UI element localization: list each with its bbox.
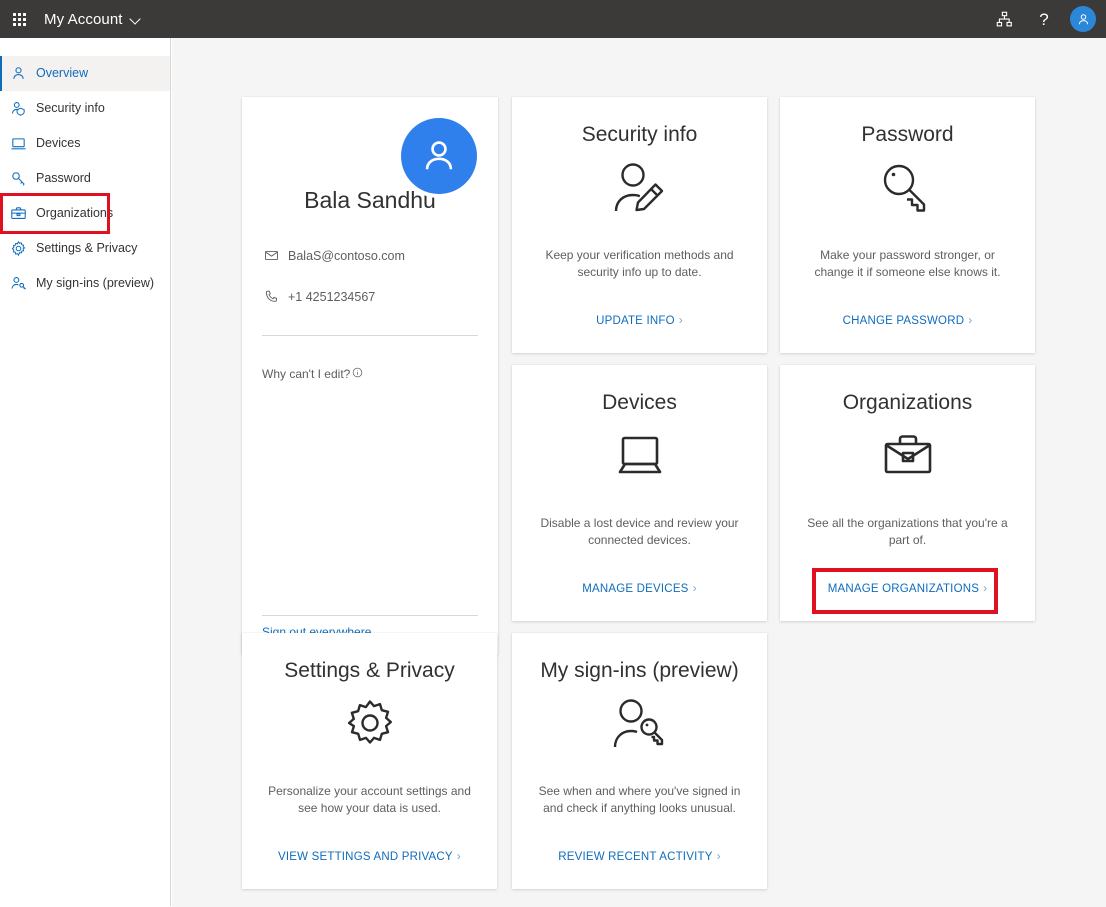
view-settings-privacy-link[interactable]: VIEW SETTINGS AND PRIVACY › [242, 849, 497, 863]
sidebar-item-label: Security info [36, 102, 105, 115]
tile-link-label: MANAGE ORGANIZATIONS [828, 583, 979, 595]
help-question-icon[interactable]: ? [1025, 0, 1063, 38]
tile-password: Password Make your password stronger, or… [780, 97, 1035, 353]
chevron-right-icon: › [693, 581, 697, 595]
sidebar-item-label: Password [36, 172, 91, 185]
divider [262, 335, 478, 336]
why-cant-i-edit-link[interactable]: Why can't I edit? [262, 367, 363, 381]
user-avatar-icon [401, 118, 477, 194]
key-icon [10, 170, 27, 187]
tile-description: See all the organizations that you're a … [800, 515, 1015, 550]
why-cant-i-edit-label: Why can't I edit? [262, 367, 350, 381]
tile-title: Devices [512, 391, 767, 415]
divider [262, 615, 478, 616]
change-password-link[interactable]: CHANGE PASSWORD› [780, 313, 1035, 327]
profile-card: Bala Sandhu BalaS@contoso.com +1 4251234… [242, 97, 498, 654]
sidebar-item-label: My sign-ins (preview) [36, 277, 154, 290]
info-icon [352, 367, 363, 381]
sidebar-item-devices[interactable]: Devices [0, 126, 170, 161]
mail-icon [264, 248, 279, 263]
tile-link-label: VIEW SETTINGS AND PRIVACY [278, 851, 453, 863]
profile-phone-value: +1 4251234567 [288, 290, 375, 304]
avatar[interactable] [1070, 6, 1096, 32]
manage-devices-link[interactable]: MANAGE DEVICES › [512, 581, 767, 595]
top-navigation-bar: My Account ? [0, 0, 1106, 38]
sidebar-navigation: Overview Security info Devices P [0, 38, 171, 906]
sidebar-item-label: Devices [36, 137, 80, 150]
phone-icon [264, 289, 279, 304]
sidebar-item-my-sign-ins[interactable]: My sign-ins (preview) [0, 266, 170, 301]
org-hierarchy-icon[interactable] [985, 0, 1023, 38]
tile-settings-privacy: Settings & Privacy Personalize your acco… [242, 633, 497, 889]
tile-my-sign-ins: My sign-ins (preview) See when and where… [512, 633, 767, 889]
chevron-right-icon: › [717, 849, 721, 863]
tile-link-label: REVIEW RECENT ACTIVITY [558, 851, 712, 863]
tile-title: Security info [512, 123, 767, 147]
chevron-right-icon: › [983, 581, 987, 595]
tile-devices: Devices Disable a lost device and review… [512, 365, 767, 621]
tile-organizations: Organizations See all the organizations … [780, 365, 1035, 621]
tile-security-info: Security info Keep your verification met… [512, 97, 767, 353]
review-recent-activity-link[interactable]: REVIEW RECENT ACTIVITY › [512, 849, 767, 863]
briefcase-icon [780, 428, 1035, 486]
person-pencil-icon [512, 160, 767, 218]
chevron-right-icon: › [968, 313, 972, 327]
laptop-icon [10, 135, 27, 152]
sidebar-item-organizations[interactable]: Organizations [3, 196, 107, 231]
chevron-down-icon [131, 14, 142, 25]
sidebar-item-label: Settings & Privacy [36, 242, 137, 255]
topbar-actions: ? [985, 0, 1106, 38]
tile-link-label: CHANGE PASSWORD [843, 315, 965, 327]
tile-description: Keep your verification methods and secur… [532, 247, 747, 282]
sidebar-item-label: Overview [36, 67, 88, 80]
tile-description: Personalize your account settings and se… [262, 783, 477, 818]
app-title-menu[interactable]: My Account [44, 11, 142, 28]
main-content-area: Bala Sandhu BalaS@contoso.com +1 4251234… [172, 38, 1106, 907]
update-info-link[interactable]: UPDATE INFO › [512, 313, 767, 327]
tile-title: Organizations [780, 391, 1035, 415]
sidebar-item-overview[interactable]: Overview [0, 56, 170, 91]
laptop-icon [512, 428, 767, 486]
profile-avatar [397, 114, 481, 198]
manage-organizations-link[interactable]: MANAGE ORGANIZATIONS › [780, 581, 1035, 595]
profile-phone-row: +1 4251234567 [264, 289, 375, 304]
tile-title: Settings & Privacy [242, 659, 497, 683]
sidebar-item-settings-privacy[interactable]: Settings & Privacy [0, 231, 170, 266]
tile-description: Make your password stronger, or change i… [800, 247, 1015, 282]
person-shield-icon [10, 100, 27, 117]
tile-description: See when and where you've signed in and … [532, 783, 747, 818]
tile-title: Password [780, 123, 1035, 147]
briefcase-icon [10, 205, 27, 222]
tile-description: Disable a lost device and review your co… [532, 515, 747, 550]
tile-link-label: UPDATE INFO [596, 315, 675, 327]
gear-icon [242, 696, 497, 754]
person-icon [10, 65, 27, 82]
key-icon [780, 160, 1035, 218]
chevron-right-icon: › [679, 313, 683, 327]
sidebar-item-password[interactable]: Password [0, 161, 170, 196]
sidebar-item-security-info[interactable]: Security info [0, 91, 170, 126]
tile-title: My sign-ins (preview) [512, 659, 767, 683]
gear-icon [10, 240, 27, 257]
app-title-label: My Account [44, 11, 123, 28]
tile-link-label: MANAGE DEVICES [582, 583, 688, 595]
profile-email-row: BalaS@contoso.com [264, 248, 405, 263]
app-launcher-icon[interactable] [0, 0, 38, 38]
sidebar-item-label: Organizations [36, 207, 113, 220]
person-key-icon [10, 275, 27, 292]
person-key-icon [512, 696, 767, 754]
chevron-right-icon: › [457, 849, 461, 863]
profile-email-value: BalaS@contoso.com [288, 249, 405, 263]
